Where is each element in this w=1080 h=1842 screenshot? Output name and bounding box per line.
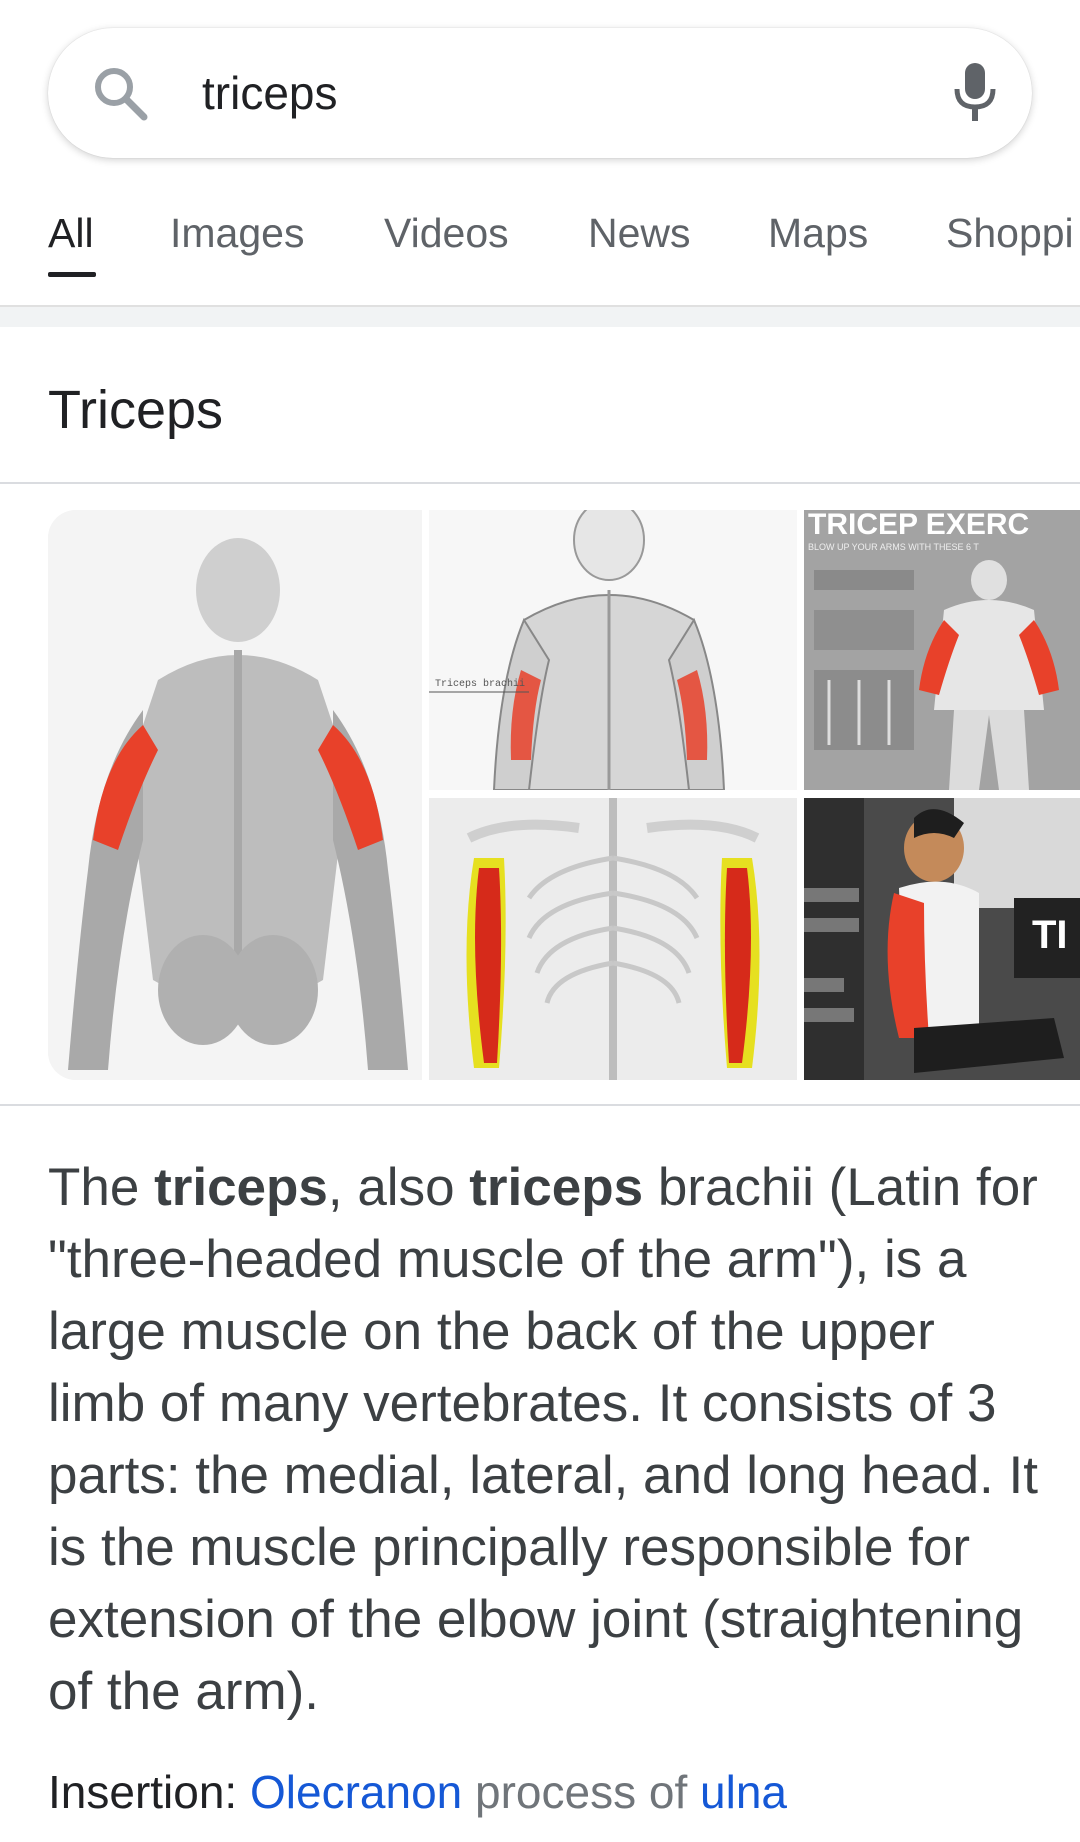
image-triceps-gym-photo[interactable]: TI bbox=[804, 798, 1080, 1080]
divider bbox=[0, 1104, 1080, 1106]
divider bbox=[0, 482, 1080, 484]
insertion-label: Insertion: bbox=[48, 1766, 250, 1818]
description-text: The bbox=[48, 1158, 155, 1217]
insertion-fact: Insertion: Olecranon process of ulna bbox=[48, 1757, 787, 1827]
search-bar[interactable]: triceps bbox=[48, 28, 1032, 158]
insertion-middle-text: process of bbox=[462, 1766, 701, 1818]
description-bold-term: triceps bbox=[469, 1158, 644, 1217]
tab-videos[interactable]: Videos bbox=[384, 198, 509, 268]
gym-banner-text: TI bbox=[1032, 913, 1068, 957]
image-triceps-back-anatomy[interactable] bbox=[48, 510, 422, 1080]
tab-news[interactable]: News bbox=[588, 198, 691, 268]
olecranon-link[interactable]: Olecranon bbox=[250, 1766, 462, 1818]
knowledge-panel-description: The triceps, also triceps brachii (Latin… bbox=[48, 1152, 1038, 1728]
search-icon[interactable] bbox=[90, 63, 150, 123]
search-tabs: All Images Videos News Maps Shoppi bbox=[0, 198, 1080, 308]
anatomy-label: Triceps brachii bbox=[435, 678, 525, 690]
description-bold-term: triceps bbox=[154, 1158, 328, 1217]
tab-maps[interactable]: Maps bbox=[768, 198, 868, 268]
section-separator bbox=[0, 305, 1080, 327]
image-triceps-labeled-diagram[interactable]: Triceps brachii bbox=[429, 510, 797, 790]
tab-images[interactable]: Images bbox=[170, 198, 304, 268]
knowledge-panel-title: Triceps bbox=[48, 380, 224, 440]
description-text: brachii (Latin for "three-headed muscle … bbox=[48, 1158, 1038, 1721]
search-input[interactable]: triceps bbox=[202, 63, 337, 123]
tab-all[interactable]: All bbox=[48, 198, 94, 268]
microphone-icon[interactable] bbox=[950, 61, 1000, 125]
active-tab-indicator bbox=[48, 272, 96, 277]
image-triceps-skeleton[interactable] bbox=[429, 798, 797, 1080]
image-tricep-exercises-poster[interactable]: TRICEP EXERC BLOW UP YOUR ARMS WITH THES… bbox=[804, 510, 1080, 790]
tab-shopping[interactable]: Shoppi bbox=[946, 198, 1074, 268]
description-text: , also bbox=[327, 1158, 470, 1217]
exercise-subheading: BLOW UP YOUR ARMS WITH THESE 6 T bbox=[808, 542, 979, 552]
ulna-link[interactable]: ulna bbox=[700, 1766, 787, 1818]
exercise-heading: TRICEP EXERC bbox=[808, 510, 1029, 541]
